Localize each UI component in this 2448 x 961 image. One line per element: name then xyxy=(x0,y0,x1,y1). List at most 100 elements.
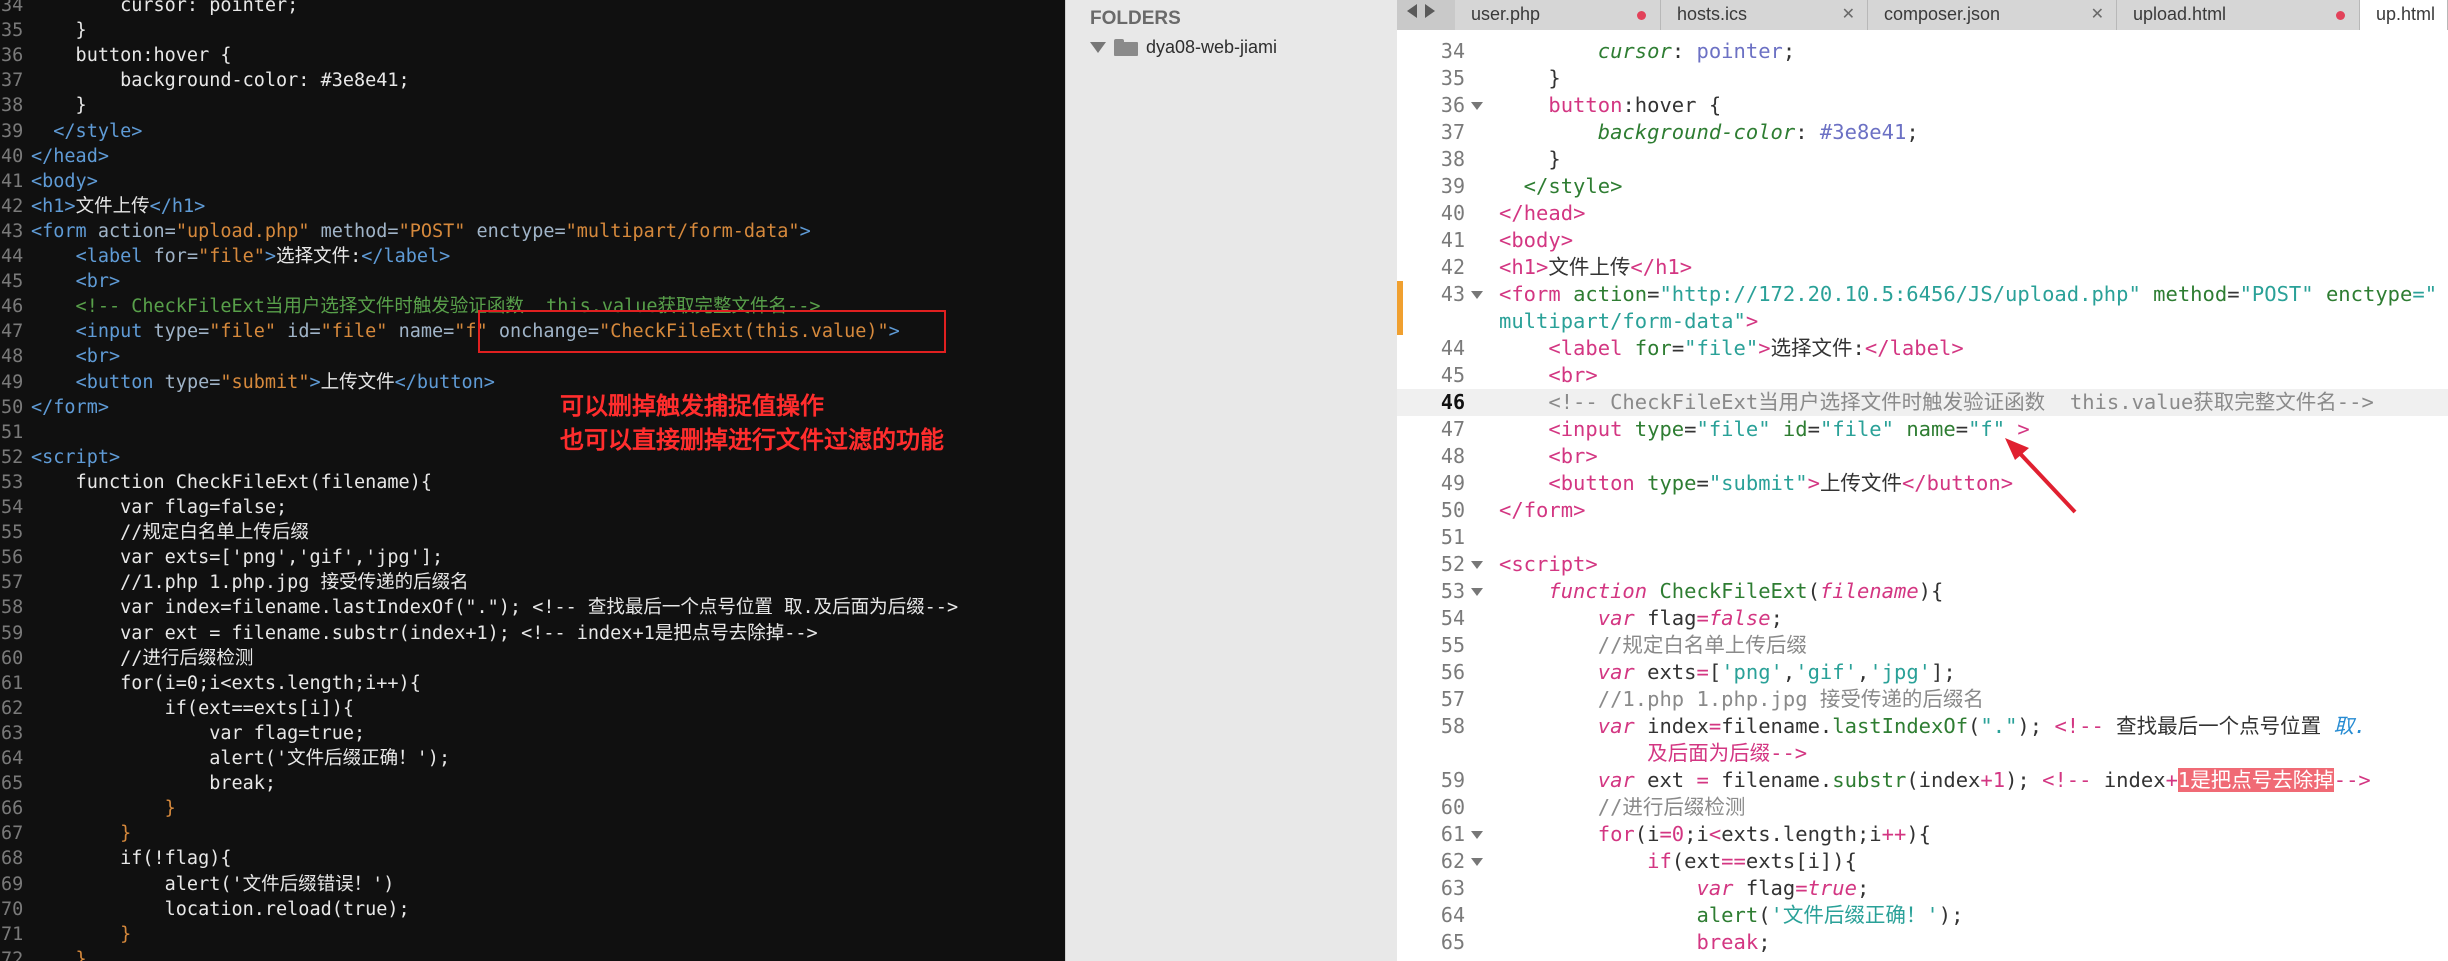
code-line[interactable]: 66 } xyxy=(0,796,176,821)
code-line[interactable]: 67 } xyxy=(0,821,131,846)
code-line[interactable]: 47 <input type="file" id="file" name="f"… xyxy=(1397,416,2448,443)
code-line[interactable]: 44 <label for="file">选择文件:</label> xyxy=(0,244,450,269)
code-line[interactable]: 54 var flag=false; xyxy=(1397,605,2448,632)
code-line[interactable]: 65 break; xyxy=(0,771,276,796)
code-line[interactable]: 50 </form> xyxy=(1397,497,2448,524)
code-line[interactable]: 58 var index=filename.lastIndexOf("."); … xyxy=(1397,713,2448,740)
code-line[interactable]: 57 //1.php 1.php.jpg 接受传递的后缀名 xyxy=(0,570,469,595)
code-line[interactable]: 49 <button type="submit">上传文件</button> xyxy=(0,370,495,395)
code-line[interactable]: 36 button:hover { xyxy=(1397,92,2448,119)
code-line[interactable]: 43 <form action="upload.php" method="POST… xyxy=(0,219,811,244)
code-line[interactable]: 50 </form> xyxy=(0,395,109,420)
code-line[interactable]: 64 alert('文件后缀正确！'); xyxy=(1397,902,2448,929)
tab-upload-html[interactable]: upload.html xyxy=(2117,0,2360,30)
code-line[interactable]: 72 } xyxy=(0,947,87,961)
code-line[interactable]: 61 for(i=0;i<exts.length;i++){ xyxy=(0,671,421,696)
expand-triangle-icon[interactable] xyxy=(1090,41,1106,53)
code-line[interactable]: 45 <br> xyxy=(0,269,120,294)
code-line[interactable]: 65 break; xyxy=(1397,929,2448,956)
code-line[interactable]: 63 var flag=true; xyxy=(0,721,365,746)
code-line[interactable]: 53 function CheckFileExt(filename){ xyxy=(0,470,432,495)
code-line[interactable]: 40 </head> xyxy=(0,144,109,169)
fold-arrow-icon[interactable] xyxy=(1471,588,1483,596)
code-line[interactable]: 39 </style> xyxy=(1397,173,2448,200)
fold-arrow-icon[interactable] xyxy=(1471,102,1483,110)
code-line[interactable]: 39 </style> xyxy=(0,119,142,144)
code-line[interactable]: 59 var ext = filename.substr(index+1); <… xyxy=(0,621,818,646)
code-line[interactable]: 及后面为后缀--> xyxy=(1397,740,2448,767)
code-line[interactable]: 61 for(i=0;i<exts.length;i++){ xyxy=(1397,821,2448,848)
code-line[interactable]: 52 <script> xyxy=(1397,551,2448,578)
code-line[interactable]: 54 var flag=false; xyxy=(0,495,287,520)
code-line[interactable]: 59 var ext = filename.substr(index+1); <… xyxy=(1397,767,2448,794)
code-token: flag xyxy=(1745,876,1796,900)
tab-hosts-ics[interactable]: hosts.ics ✕ xyxy=(1661,0,1868,30)
code-line[interactable]: 69 alert('文件后缀错误！') xyxy=(0,872,394,897)
code-line[interactable]: 60 //进行后缀检测 xyxy=(1397,794,2448,821)
code-line[interactable]: 35 } xyxy=(1397,65,2448,92)
code-line[interactable]: 46 <!-- CheckFileExt当用户选择文件时触发验证函数 this.… xyxy=(1397,389,2448,416)
tab-up-html[interactable]: up.html xyxy=(2360,0,2448,30)
code-line[interactable]: 62 if(ext==exts[i]){ xyxy=(0,696,354,721)
tab-user-php[interactable]: user.php xyxy=(1455,0,1661,30)
code-line[interactable]: 53 function CheckFileExt(filename){ xyxy=(1397,578,2448,605)
fold-arrow-icon[interactable] xyxy=(1471,561,1483,569)
code-line[interactable]: 68 if(!flag){ xyxy=(0,846,231,871)
code-line[interactable]: 42 <h1>文件上传</h1> xyxy=(0,194,205,219)
code-line[interactable]: 49 <button type="submit">上传文件</button> xyxy=(1397,470,2448,497)
code-line[interactable]: 38 } xyxy=(1397,146,2448,173)
tab-composer-json[interactable]: composer.json ✕ xyxy=(1868,0,2117,30)
code-line[interactable]: 45 <br> xyxy=(1397,362,2448,389)
code-line[interactable]: 41 <body> xyxy=(0,169,98,194)
fold-arrow-icon[interactable] xyxy=(1471,858,1483,866)
close-icon[interactable]: ✕ xyxy=(2091,4,2104,23)
code-line[interactable]: 55 //规定白名单上传后缀 xyxy=(1397,632,2448,659)
code-line[interactable]: 71 } xyxy=(0,922,131,947)
code-line[interactable]: 55 //规定白名单上传后缀 xyxy=(0,520,309,545)
code-line[interactable]: 60 //进行后缀检测 xyxy=(0,646,253,671)
line-number: 48 xyxy=(1440,444,1465,468)
code-line[interactable]: 62 if(ext==exts[i]){ xyxy=(1397,848,2448,875)
close-icon[interactable]: ✕ xyxy=(1842,4,1855,23)
code-line[interactable]: multipart/form-data"> xyxy=(1397,308,2448,335)
code-line[interactable]: 52 <script> xyxy=(0,445,120,470)
code-token: button:hover { xyxy=(31,45,232,67)
code-line[interactable]: 37 background-color: #3e8e41; xyxy=(1397,119,2448,146)
code-line[interactable]: 34 cursor: pointer; xyxy=(1397,38,2448,65)
code-line[interactable]: 64 alert('文件后缀正确！'); xyxy=(0,746,450,771)
folder-item[interactable]: dya08-web-jiami xyxy=(1090,34,1277,60)
unsaved-dot-icon[interactable] xyxy=(1637,11,1646,20)
code-line[interactable]: 57 //1.php 1.php.jpg 接受传递的后缀名 xyxy=(1397,686,2448,713)
code-line[interactable]: 51 xyxy=(1397,524,2448,551)
tab-scroll-arrows[interactable] xyxy=(1407,4,1435,18)
code-line[interactable]: 35 } xyxy=(0,18,87,43)
fold-arrow-icon[interactable] xyxy=(1471,291,1483,299)
arrow-right-icon[interactable] xyxy=(1425,4,1435,18)
fold-arrow-icon[interactable] xyxy=(1471,831,1483,839)
code-line[interactable]: 56 var exts=['png','gif','jpg']; xyxy=(0,545,443,570)
code-line[interactable]: 34 cursor: pointer; xyxy=(0,0,298,18)
right-code-editor[interactable]: user.php hosts.ics ✕ composer.json ✕ upload.h… xyxy=(1397,0,2448,961)
code-line[interactable]: 41 <body> xyxy=(1397,227,2448,254)
code-line[interactable]: 56 var exts=['png','gif','jpg']; xyxy=(1397,659,2448,686)
folder-name[interactable]: dya08-web-jiami xyxy=(1146,37,1277,58)
code-line[interactable]: 48 <br> xyxy=(0,344,120,369)
line-number: 42 xyxy=(1440,255,1465,279)
code-line[interactable]: 37 background-color: #3e8e41; xyxy=(0,68,410,93)
arrow-left-icon[interactable] xyxy=(1407,4,1417,18)
left-code-editor[interactable]: 34 cursor: pointer; 35 } 36 button:hover {… xyxy=(0,0,1065,961)
code-line[interactable]: 63 var flag=true; xyxy=(1397,875,2448,902)
code-line[interactable]: 38 } xyxy=(0,93,87,118)
unsaved-dot-icon[interactable] xyxy=(2336,11,2345,20)
code-line[interactable]: 44 <label for="file">选择文件:</label> xyxy=(1397,335,2448,362)
code-line[interactable]: 58 var index=filename.lastIndexOf("."); … xyxy=(0,595,958,620)
code-token: 'png' xyxy=(1721,660,1783,684)
code-line[interactable]: 43 <form action="http://172.20.10.5:6456/… xyxy=(1397,281,2448,308)
code-line[interactable]: 48 <br> xyxy=(1397,443,2448,470)
code-line[interactable]: 40 </head> xyxy=(1397,200,2448,227)
code-line[interactable]: 36 button:hover { xyxy=(0,43,231,68)
code-line[interactable]: 51 xyxy=(0,420,31,445)
code-line[interactable]: 42 <h1>文件上传</h1> xyxy=(1397,254,2448,281)
code-line[interactable]: 70 location.reload(true); xyxy=(0,897,410,922)
